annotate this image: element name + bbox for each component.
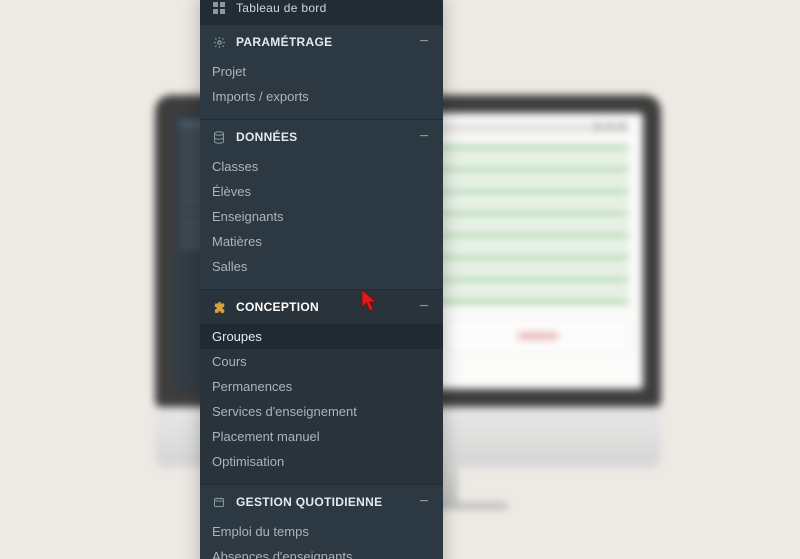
sidebar-header-gestion[interactable]: GESTION QUOTIDIENNE − [200, 485, 443, 519]
sidebar-header-donnees[interactable]: DONNÉES − [200, 120, 443, 154]
sidebar-item-classes[interactable]: Classes [200, 154, 443, 179]
sidebar-section-title: GESTION QUOTIDIENNE [236, 495, 407, 509]
sidebar-section-donnees: DONNÉES − Classes Élèves Enseignants Mat… [200, 119, 443, 289]
collapse-icon[interactable]: − [417, 300, 431, 314]
sidebar-section-title: CONCEPTION [236, 300, 407, 314]
sidebar-item-permanences[interactable]: Permanences [200, 374, 443, 399]
calendar-icon [212, 495, 226, 509]
sidebar-section-gestion: GESTION QUOTIDIENNE − Emploi du temps Ab… [200, 484, 443, 559]
sidebar-item-placement-manuel[interactable]: Placement manuel [200, 424, 443, 449]
app-sidebar: Tableau de bord PARAMÉTRAGE − Projet Imp… [200, 0, 443, 559]
sidebar-item-enseignants[interactable]: Enseignants [200, 204, 443, 229]
dashboard-grid-icon [212, 1, 226, 15]
collapse-icon[interactable]: − [417, 35, 431, 49]
sidebar-item-cours[interactable]: Cours [200, 349, 443, 374]
database-icon [212, 130, 226, 144]
sidebar-dashboard-label: Tableau de bord [236, 1, 431, 15]
sidebar-item-emploi-du-temps[interactable]: Emploi du temps [200, 519, 443, 544]
sidebar-section-conception: CONCEPTION − Groupes Cours Permanences S… [200, 289, 443, 484]
collapse-icon[interactable]: − [417, 130, 431, 144]
sidebar-item-services-enseignement[interactable]: Services d'enseignement [200, 399, 443, 424]
sidebar-item-imports-exports[interactable]: Imports / exports [200, 84, 443, 109]
sidebar-header-parametrage[interactable]: PARAMÉTRAGE − [200, 25, 443, 59]
sidebar-section-title: DONNÉES [236, 130, 407, 144]
sidebar-item-projet[interactable]: Projet [200, 59, 443, 84]
gear-icon [212, 35, 226, 49]
sidebar-item-eleves[interactable]: Élèves [200, 179, 443, 204]
puzzle-icon [212, 300, 226, 314]
sidebar-item-dashboard[interactable]: Tableau de bord [200, 0, 443, 24]
sidebar-header-conception[interactable]: CONCEPTION − [200, 290, 443, 324]
collapse-icon[interactable]: − [417, 495, 431, 509]
sidebar-item-absences-enseignants[interactable]: Absences d'enseignants [200, 544, 443, 559]
sidebar-item-optimisation[interactable]: Optimisation [200, 449, 443, 474]
sidebar-section-title: PARAMÉTRAGE [236, 35, 407, 49]
sidebar-item-matieres[interactable]: Matières [200, 229, 443, 254]
sidebar-item-groupes[interactable]: Groupes [200, 324, 443, 349]
sidebar-section-parametrage: PARAMÉTRAGE − Projet Imports / exports [200, 24, 443, 119]
sidebar-item-salles[interactable]: Salles [200, 254, 443, 279]
